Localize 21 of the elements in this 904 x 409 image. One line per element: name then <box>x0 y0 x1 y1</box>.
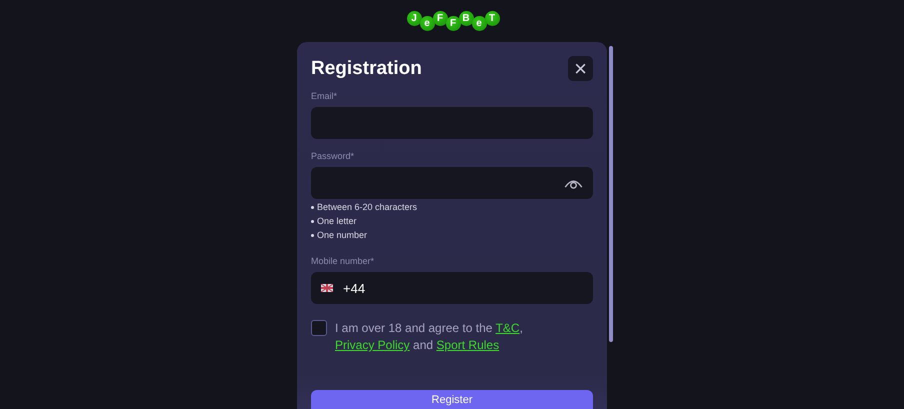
eye-icon[interactable] <box>564 178 583 188</box>
close-button[interactable]: × <box>568 56 593 81</box>
phone-field[interactable]: +44 <box>311 272 593 304</box>
password-rule: One letter <box>311 216 593 226</box>
phone-code: +44 <box>343 280 366 296</box>
dialog-title: Registration <box>311 58 422 80</box>
terms-link[interactable]: Privacy Policy <box>335 338 410 352</box>
flag-icon <box>321 284 333 292</box>
register-button[interactable]: Register <box>311 390 593 409</box>
password-rule: Between 6-20 characters <box>311 202 593 212</box>
email-field[interactable] <box>311 107 593 139</box>
field-label: Email* <box>311 91 338 101</box>
password-field[interactable] <box>311 167 593 199</box>
password-rule: One number <box>311 230 593 240</box>
consent-checkbox[interactable] <box>311 320 327 336</box>
logo: J e F F B e T <box>406 11 498 31</box>
terms-link[interactable]: Sport Rules <box>436 338 500 352</box>
field-label: Mobile number* <box>311 256 376 266</box>
consent-text: I am over 18 and agree to the T&C, Privacy Policy and Sport Rules <box>335 320 524 354</box>
field-label: Password* <box>311 151 356 161</box>
terms-link[interactable]: T&C <box>496 321 520 335</box>
